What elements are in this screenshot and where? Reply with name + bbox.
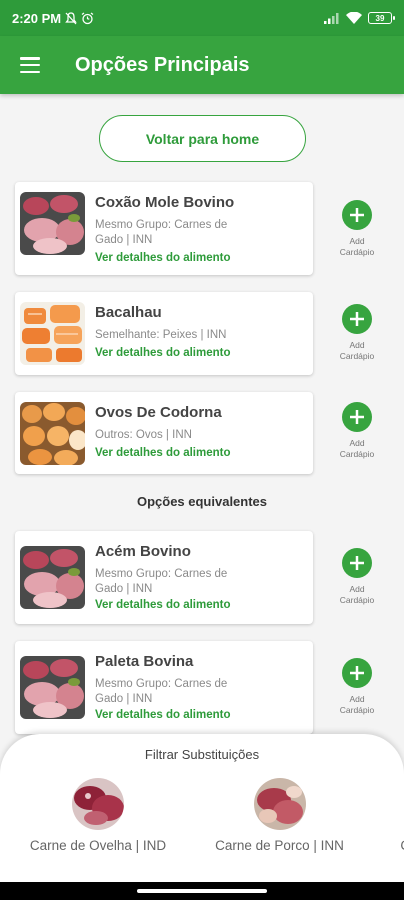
add-to-menu-button[interactable]: [342, 548, 372, 578]
add-to-menu-button[interactable]: [342, 304, 372, 334]
add-to-menu-button[interactable]: [342, 200, 372, 230]
filter-bottom-sheet: Filtrar Substituições Carne de Ovelha | …: [0, 734, 404, 882]
add-menu-group: Add Cardápio: [332, 402, 382, 460]
system-nav-bar: [0, 882, 404, 900]
add-to-menu-button[interactable]: [342, 402, 372, 432]
food-title: Acém Bovino: [95, 543, 191, 560]
food-details-link[interactable]: Ver detalhes do alimento: [95, 252, 230, 264]
food-subtitle: Semelhante: Peixes | INN: [95, 329, 227, 341]
add-menu-label: Add Cardápio: [339, 584, 375, 605]
food-image-raw-beef: [20, 656, 85, 719]
add-menu-group: Add Cardápio: [332, 658, 382, 716]
food-image-eggs: [20, 402, 85, 465]
food-title: Coxão Mole Bovino: [95, 194, 235, 211]
food-details-link[interactable]: Ver detalhes do alimento: [95, 447, 230, 459]
plus-icon: [350, 556, 364, 570]
food-card: Coxão Mole Bovino Mesmo Grupo: Carnes de…: [15, 182, 313, 275]
food-card: Ovos De Codorna Outros: Ovos | INN Ver d…: [15, 392, 313, 474]
add-menu-label: Add Cardápio: [339, 694, 375, 715]
food-subtitle: Mesmo Grupo: Carnes de Gado | INN: [95, 568, 228, 595]
food-card: Bacalhau Semelhante: Peixes | INN Ver de…: [15, 292, 313, 375]
food-title: Paleta Bovina: [95, 653, 194, 670]
plus-icon: [350, 666, 364, 680]
food-image-raw-beef: [20, 192, 85, 255]
plus-icon: [350, 208, 364, 222]
food-title: Bacalhau: [95, 304, 162, 321]
battery-level: 39: [375, 13, 385, 23]
alarm-icon: [81, 12, 94, 25]
add-menu-label: Add Cardápio: [339, 438, 375, 459]
add-menu-group: Add Cardápio: [332, 548, 382, 606]
add-menu-group: Add Cardápio: [332, 304, 382, 362]
filter-item-label: Carne de Porco | INN: [215, 838, 344, 853]
food-title: Ovos De Codorna: [95, 404, 222, 421]
food-image-raw-beef: [20, 546, 85, 609]
app-bar: Opções Principais: [0, 36, 404, 94]
signal-icon: [324, 12, 340, 24]
food-image-salmon-fillets: [20, 302, 85, 365]
add-to-menu-button[interactable]: [342, 658, 372, 688]
page-title: Opções Principais: [75, 53, 250, 76]
food-subtitle: Mesmo Grupo: Carnes de Gado | INN: [95, 678, 228, 705]
add-menu-label: Add Cardápio: [339, 340, 375, 361]
food-details-link[interactable]: Ver detalhes do alimento: [95, 347, 230, 359]
food-card: Acém Bovino Mesmo Grupo: Carnes de Gado …: [15, 531, 313, 624]
food-details-link[interactable]: Ver detalhes do alimento: [95, 599, 230, 611]
food-details-link[interactable]: Ver detalhes do alimento: [95, 709, 230, 721]
plus-icon: [350, 410, 364, 424]
back-home-button[interactable]: Voltar para home: [99, 115, 306, 162]
filter-item-label: Carne de Ovelha | IND: [29, 838, 167, 853]
filter-image-lamb-meat: [72, 778, 124, 830]
menu-icon[interactable]: [20, 57, 40, 73]
wifi-icon: [346, 12, 362, 24]
filter-sheet-title: Filtrar Substituições: [144, 747, 260, 762]
status-time: 2:20 PM: [12, 10, 62, 26]
equivalent-options-heading: Opções equivalentes: [136, 494, 268, 509]
add-menu-group: Add Cardápio: [332, 200, 382, 258]
filter-item-label: Ca: [400, 838, 404, 853]
food-card: Paleta Bovina Mesmo Grupo: Carnes de Gad…: [15, 641, 313, 734]
add-menu-label: Add Cardápio: [339, 236, 375, 257]
plus-icon: [350, 312, 364, 326]
battery-icon: 39: [368, 12, 395, 24]
filter-item-lamb[interactable]: Carne de Ovelha | IND: [19, 778, 177, 853]
notifications-off-icon: [65, 11, 77, 25]
filter-item-pork[interactable]: Carne de Porco | INN: [205, 778, 354, 853]
food-subtitle: Outros: Ovos | INN: [95, 429, 192, 441]
filter-image-pork-meat: [253, 778, 306, 830]
filter-item-next[interactable]: Ca: [383, 778, 404, 853]
food-subtitle: Mesmo Grupo: Carnes de Gado | INN: [95, 219, 228, 246]
home-indicator[interactable]: [137, 889, 267, 893]
status-bar: 2:20 PM 39: [0, 0, 404, 36]
